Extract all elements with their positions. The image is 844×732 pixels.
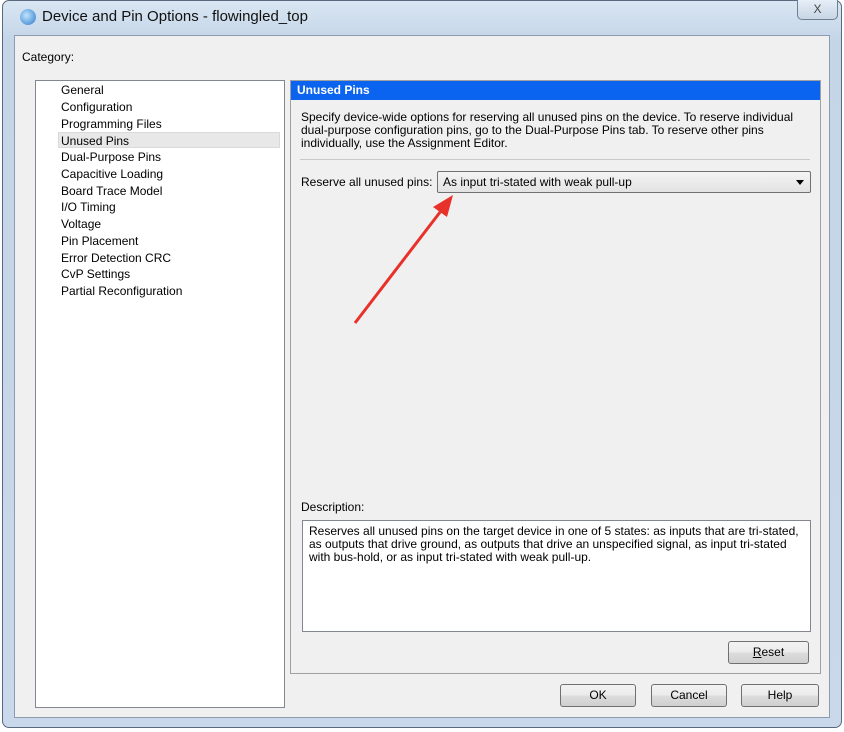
category-item[interactable]: I/O Timing (61, 199, 283, 215)
dropdown-value: As input tri-stated with weak pull-up (443, 175, 632, 189)
reset-label: Reset (752, 645, 785, 659)
reset-button[interactable]: Reset (728, 641, 809, 664)
category-label: Category: (22, 50, 75, 64)
category-item[interactable]: Programming Files (61, 116, 283, 132)
chevron-down-icon (796, 180, 804, 185)
ok-button[interactable]: OK (560, 684, 636, 707)
close-button[interactable]: X (797, 0, 838, 20)
cancel-button[interactable]: Cancel (651, 684, 727, 707)
category-item[interactable]: Unused Pins (58, 132, 280, 149)
category-item[interactable]: CvP Settings (61, 266, 283, 282)
help-button[interactable]: Help (741, 684, 819, 707)
category-item[interactable]: Board Trace Model (61, 183, 283, 199)
panel-header: Unused Pins (291, 81, 820, 100)
arrow-head (433, 195, 453, 217)
category-item[interactable]: Dual-Purpose Pins (61, 149, 283, 165)
category-list[interactable]: General Configuration Programming Files Unu… (35, 80, 285, 708)
category-item[interactable]: Configuration (61, 99, 283, 115)
category-item[interactable]: Error Detection CRC (61, 250, 283, 266)
arrow-shaft (353, 206, 446, 324)
description-box: Reserves all unused pins on the target d… (302, 520, 811, 632)
window-title: Device and Pin Options - flowingled_top (42, 8, 308, 25)
category-item[interactable]: Pin Placement (61, 233, 283, 249)
panel-intro-text: Specify device-wide options for reservin… (301, 110, 794, 150)
category-item[interactable]: Partial Reconfiguration (61, 283, 283, 299)
description-label: Description: (301, 500, 365, 514)
category-item[interactable]: General (61, 82, 283, 98)
red-arrow-annotation (353, 195, 453, 324)
separator (300, 159, 810, 160)
category-item[interactable]: Capacitive Loading (61, 166, 283, 182)
category-item[interactable]: Voltage (61, 216, 283, 232)
reserve-unused-pins-dropdown[interactable]: As input tri-stated with weak pull-up (437, 171, 811, 193)
app-icon (20, 9, 36, 25)
